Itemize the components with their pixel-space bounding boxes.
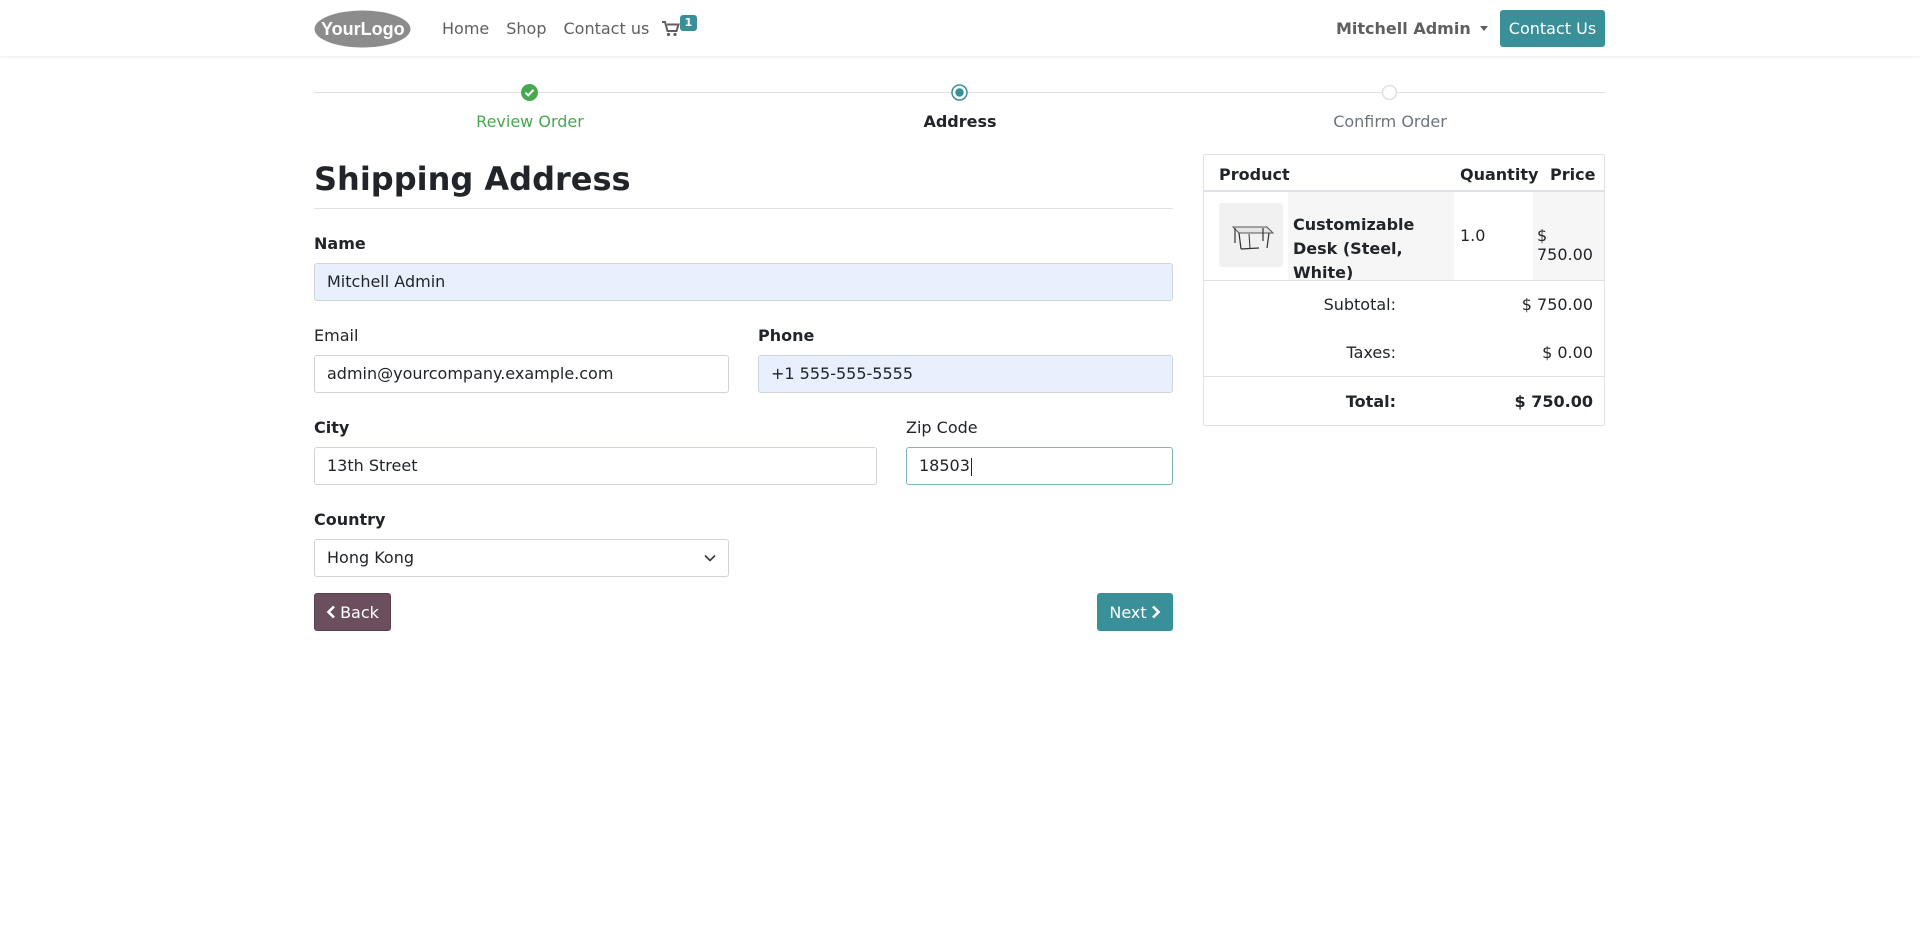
- total-divider: [1204, 376, 1604, 377]
- country-label: Country: [314, 510, 386, 529]
- next-button-label: Next: [1109, 602, 1147, 622]
- product-thumbnail[interactable]: [1219, 203, 1283, 267]
- col-quantity: Quantity: [1460, 165, 1539, 184]
- order-summary-card: Product Quantity Price Customizable Desk…: [1203, 154, 1605, 426]
- user-name: Mitchell Admin: [1336, 18, 1471, 38]
- title-divider: [314, 208, 1173, 209]
- nav-contact-us[interactable]: Contact us: [564, 19, 650, 38]
- nav-home[interactable]: Home: [442, 19, 489, 38]
- cart-count-badge: 1: [680, 15, 697, 31]
- product-name[interactable]: Customizable Desk (Steel, White): [1293, 213, 1443, 285]
- step-confirm-order: Confirm Order: [1333, 112, 1447, 131]
- zip-input[interactable]: 18503: [906, 447, 1173, 485]
- page-title: Shipping Address: [314, 160, 631, 198]
- email-label: Email: [314, 326, 359, 345]
- name-label: Name: [314, 234, 366, 253]
- chevron-left-icon: [326, 605, 335, 619]
- product-divider: [1204, 280, 1604, 281]
- desk-image-icon: [1231, 226, 1275, 250]
- email-input[interactable]: admin@yourcompany.example.com: [314, 355, 729, 393]
- text-cursor: [970, 457, 972, 476]
- company-logo[interactable]: YourLogo: [314, 9, 411, 48]
- name-input[interactable]: Mitchell Admin: [314, 263, 1173, 301]
- total-value: $ 750.00: [1514, 392, 1593, 411]
- col-price: Price: [1550, 165, 1596, 184]
- step-review-order[interactable]: Review Order: [380, 112, 680, 131]
- chevron-right-icon: [1151, 605, 1160, 619]
- taxes-value: $ 0.00: [1542, 343, 1593, 362]
- step-active-dot-icon: [951, 84, 968, 101]
- shopping-cart-icon: [662, 21, 680, 37]
- country-select[interactable]: Hong Kong: [314, 539, 729, 577]
- step-pending-dot-icon: [1381, 84, 1398, 101]
- taxes-label: Taxes:: [1346, 343, 1396, 362]
- phone-label: Phone: [758, 326, 815, 345]
- back-button-label: Back: [340, 602, 379, 622]
- step-address: Address: [923, 112, 997, 131]
- next-button[interactable]: Next: [1097, 593, 1173, 631]
- total-label: Total:: [1345, 392, 1396, 411]
- chevron-down-icon: [704, 554, 716, 562]
- subtotal-label: Subtotal:: [1323, 295, 1396, 314]
- zip-label: Zip Code: [906, 418, 978, 437]
- col-product: Product: [1219, 165, 1290, 184]
- city-input[interactable]: 13th Street: [314, 447, 877, 485]
- nav-shop[interactable]: Shop: [506, 19, 546, 38]
- contact-us-button[interactable]: Contact Us: [1500, 10, 1605, 47]
- city-label: City: [314, 418, 350, 437]
- cart-button[interactable]: 1: [662, 14, 702, 42]
- country-selected-value: Hong Kong: [327, 548, 414, 567]
- user-menu-dropdown[interactable]: Mitchell Admin: [1336, 0, 1488, 56]
- phone-input[interactable]: +1 555-555-5555: [758, 355, 1173, 393]
- top-navbar: YourLogo Home Shop Contact us 1 Mitchell…: [0, 0, 1920, 56]
- subtotal-value: $ 750.00: [1521, 295, 1593, 314]
- logo-text: YourLogo: [321, 19, 405, 39]
- main-nav: Home Shop Contact us: [442, 0, 666, 56]
- product-price: $ 750.00: [1537, 226, 1593, 264]
- zip-value: 18503: [919, 456, 970, 475]
- back-button[interactable]: Back: [314, 593, 391, 631]
- caret-down-icon: [1479, 25, 1488, 31]
- step-done-check-icon[interactable]: [521, 84, 538, 101]
- product-quantity: 1.0: [1460, 226, 1486, 245]
